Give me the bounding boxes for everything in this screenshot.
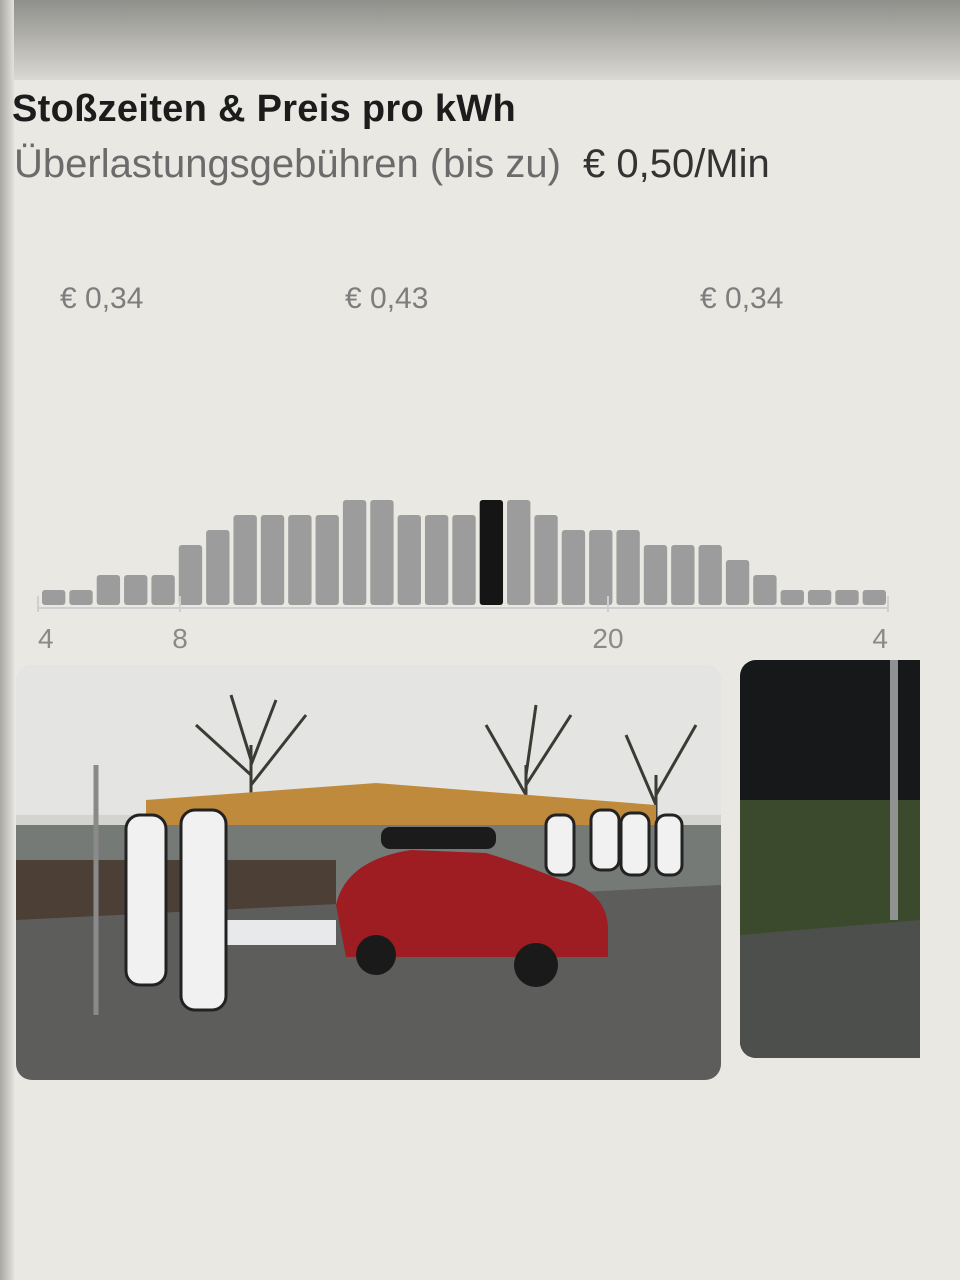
x-tick-label: 4 xyxy=(872,623,888,654)
chart-bar xyxy=(534,515,558,605)
chart-bar xyxy=(370,500,394,605)
chart-bar xyxy=(725,560,750,605)
congestion-fee-value: € 0,50/Min xyxy=(582,142,770,186)
chart-bar xyxy=(233,515,257,605)
chart-bar xyxy=(561,530,586,605)
chart-bar xyxy=(698,545,722,605)
x-tick-label: 8 xyxy=(172,623,188,654)
chart-bar xyxy=(124,575,148,605)
supercharger-photo[interactable] xyxy=(16,665,721,1080)
chart-bar xyxy=(780,590,804,605)
chart-bar xyxy=(507,500,531,605)
chart-bar xyxy=(835,590,859,605)
congestion-fee-label: Überlastungsgebühren (bis zu) xyxy=(14,142,561,186)
peak-hours-chart: 4 8 20 4 xyxy=(37,500,889,654)
price-period-peak: € 0,43 xyxy=(345,282,429,315)
chart-bar xyxy=(69,590,93,605)
screen-bezel xyxy=(0,0,960,80)
chart-bar xyxy=(288,515,312,605)
chart-bar xyxy=(753,575,777,605)
chart-bar xyxy=(96,575,121,605)
chart-bar xyxy=(671,545,695,605)
chart-bar xyxy=(452,515,476,605)
chart-bar xyxy=(206,530,230,605)
peak-hours-title: Stoßzeiten & Preis pro kWh xyxy=(12,88,516,130)
congestion-fee-row: Überlastungsgebühren (bis zu) € 0,50/Min xyxy=(14,142,770,187)
chart-bar xyxy=(643,545,668,605)
chart-bar xyxy=(589,530,613,605)
chart-bar-current xyxy=(479,500,504,605)
price-period-early: € 0,34 xyxy=(60,282,144,315)
chart-bar xyxy=(342,500,367,605)
x-tick-label: 20 xyxy=(592,623,623,654)
chart-bar xyxy=(807,590,832,605)
price-period-late: € 0,34 xyxy=(700,282,784,315)
chart-bar xyxy=(151,575,175,605)
chart-bar xyxy=(397,515,421,605)
chart-bar xyxy=(42,590,66,605)
chart-bar xyxy=(424,515,449,605)
x-tick-label: 4 xyxy=(38,623,54,654)
supercharger-photo-2[interactable] xyxy=(740,660,920,1058)
chart-bar xyxy=(315,515,339,605)
chart-bar xyxy=(616,530,640,605)
chart-bar xyxy=(862,590,886,605)
chart-bar xyxy=(178,545,203,605)
chart-bar xyxy=(260,515,285,605)
